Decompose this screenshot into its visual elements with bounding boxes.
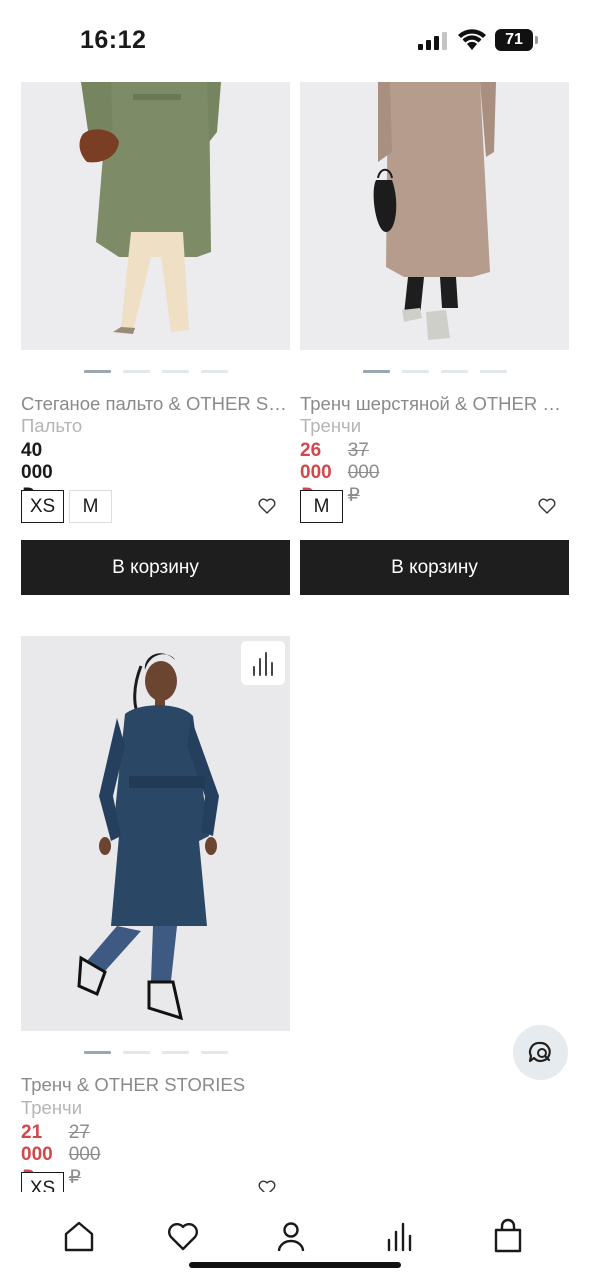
status-time: 16:12: [80, 26, 147, 54]
carousel-dot[interactable]: [479, 370, 507, 373]
image-carousel-dots[interactable]: [300, 370, 569, 374]
chat-search-button[interactable]: [513, 1025, 568, 1080]
carousel-dot[interactable]: [362, 370, 390, 373]
profile-icon[interactable]: [273, 1218, 309, 1254]
size-option-xs[interactable]: XS: [21, 490, 64, 523]
carousel-dot[interactable]: [83, 370, 111, 373]
size-options: M: [300, 490, 343, 523]
product-old-price: 37 000 ₽: [347, 440, 380, 506]
battery-level: 71: [505, 31, 523, 48]
product-title[interactable]: Стеганое пальто & OTHER STORIES: [21, 393, 290, 415]
carousel-dot[interactable]: [122, 370, 150, 373]
cart-icon[interactable]: [490, 1218, 526, 1254]
add-to-cart-button[interactable]: В корзину: [300, 540, 569, 595]
compare-icon[interactable]: [381, 1218, 417, 1254]
carousel-dot[interactable]: [200, 1051, 228, 1054]
carousel-dot[interactable]: [440, 370, 468, 373]
home-indicator: [189, 1262, 401, 1268]
product-category: Тренчи: [300, 415, 362, 436]
wifi-icon: [458, 29, 486, 50]
carousel-dot[interactable]: [83, 1051, 111, 1054]
product-category: Пальто: [21, 415, 83, 436]
image-carousel-dots[interactable]: [21, 370, 290, 374]
home-icon[interactable]: [61, 1218, 97, 1254]
favorite-heart-icon[interactable]: [538, 498, 556, 514]
chat-search-icon: [528, 1041, 551, 1063]
image-carousel-dots[interactable]: [21, 1051, 290, 1055]
size-options: XS M: [21, 490, 112, 523]
compare-badge[interactable]: [241, 641, 285, 685]
product-image[interactable]: [21, 82, 290, 350]
product-title[interactable]: Тренч шерстяной & OTHER STORIES: [300, 393, 569, 415]
product-image[interactable]: [300, 82, 569, 350]
carousel-dot[interactable]: [161, 370, 189, 373]
bottom-tab-bar: [0, 1212, 590, 1280]
product-image[interactable]: [21, 636, 290, 1031]
favorite-heart-icon[interactable]: [258, 498, 276, 514]
status-bar: 16:12 71: [0, 0, 590, 82]
size-option-m[interactable]: M: [69, 490, 112, 523]
compare-icon: [253, 652, 273, 676]
carousel-dot[interactable]: [401, 370, 429, 373]
heart-icon[interactable]: [165, 1218, 201, 1254]
size-option-m[interactable]: M: [300, 490, 343, 523]
scroll-clip: [0, 1192, 590, 1212]
carousel-dot[interactable]: [200, 370, 228, 373]
product-title[interactable]: Тренч & OTHER STORIES: [21, 1074, 290, 1096]
add-to-cart-button[interactable]: В корзину: [21, 540, 290, 595]
product-category: Тренчи: [21, 1097, 83, 1118]
battery-icon: 71: [495, 29, 539, 51]
product-old-price: 27 000 ₽: [68, 1122, 101, 1188]
carousel-dot[interactable]: [161, 1051, 189, 1054]
carousel-dot[interactable]: [122, 1051, 150, 1054]
signal-icon: [418, 32, 447, 50]
